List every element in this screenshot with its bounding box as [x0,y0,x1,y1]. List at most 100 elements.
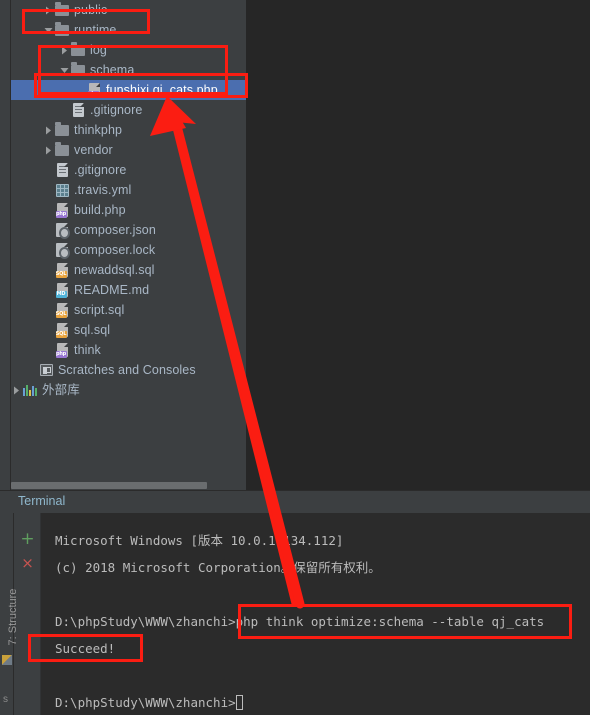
chevron-down-icon[interactable] [59,60,70,80]
tree-item-label: .travis.yml [74,183,132,197]
terminal-line-1: Microsoft Windows [版本 10.0.17134.112] [55,533,344,548]
tree-item-label: think [74,343,101,357]
tree-arrow-placeholder [59,100,70,120]
folder-icon [54,141,70,158]
tree-item-label: build.php [74,203,126,217]
tree-arrow-placeholder [43,200,54,220]
tree-arrow-placeholder [43,220,54,240]
terminal-caret [235,695,243,710]
tree-item[interactable]: SQL script.sql [11,300,246,320]
tree-item-label: .gitignore [90,103,143,117]
project-tree-horizontal-scrollbar[interactable] [11,481,246,490]
folder-icon [54,21,70,38]
tree-item-label: runtime [74,23,117,37]
tree-item[interactable]: MD README.md [11,280,246,300]
tree-item-label: newaddsql.sql [74,263,155,277]
tab-terminal[interactable]: Terminal [18,494,65,508]
markdown-file-icon: MD [54,282,70,298]
terminal-line-prompt: D:\phpStudy\WWW\zhanchi> [55,689,243,715]
tree-item[interactable]: SQL newaddsql.sql [11,260,246,280]
tree-item-label: log [90,43,107,57]
tree-arrow-placeholder [43,260,54,280]
library-bars-icon [22,382,38,398]
tree-item-label: thinkphp [74,123,123,137]
terminal-line-result: Succeed! [55,641,116,656]
chevron-right-icon[interactable] [11,380,22,400]
text-file-icon [70,102,86,118]
tree-arrow-placeholder [43,340,54,360]
php-file-icon: php [54,202,70,218]
folder-icon [54,1,70,18]
project-tree[interactable]: public runtime log schema php funshixi.qj_cat… [11,0,246,481]
yaml-file-icon [54,182,70,198]
tree-item-label: public [74,3,108,17]
tree-arrow-placeholder [43,280,54,300]
terminal-line-command: D:\phpStudy\WWW\zhanchi>php think optimi… [55,614,545,629]
tree-arrow-placeholder [75,80,86,100]
tree-item[interactable]: composer.json [11,220,246,240]
tree-item-label: README.md [74,283,150,297]
ide-window: public runtime log schema php funshixi.qj_cat… [0,0,590,715]
tree-arrow-placeholder [43,180,54,200]
tree-item-label: composer.json [74,223,156,237]
scratches-icon [38,362,54,378]
tree-item-label: vendor [74,143,113,157]
folder-icon [70,61,86,78]
tree-item[interactable]: thinkphp [11,120,246,140]
tree-item[interactable]: Scratches and Consoles [11,360,246,380]
chevron-right-icon[interactable] [59,40,70,60]
left-strip-bottom-label: s [3,694,8,705]
tree-item[interactable]: public [11,0,246,20]
folder-icon [54,121,70,138]
composer-icon [54,222,70,239]
sql-file-icon: SQL [54,262,70,278]
tree-item-label: .gitignore [74,163,127,177]
tree-item-label: 外部库 [42,383,80,397]
new-session-plus-icon[interactable]: + [19,531,36,548]
tree-item[interactable]: .travis.yml [11,180,246,200]
left-tool-gutter-top [0,0,11,490]
tree-item-label: funshixi.qj_cats.php [106,83,218,97]
prompt-path: D:\phpStudy\WWW\zhanchi> [55,695,236,710]
tree-item[interactable]: php think [11,340,246,360]
tree-item-label: script.sql [74,303,125,317]
tree-arrow-placeholder [43,300,54,320]
php-file-icon: php [86,82,102,98]
chevron-right-icon[interactable] [43,0,54,20]
terminal-line-2: (c) 2018 Microsoft Corporation。保留所有权利。 [55,560,381,575]
tree-arrow-placeholder [43,240,54,260]
chevron-down-icon[interactable] [43,20,54,40]
editor-area[interactable] [246,0,590,490]
tree-item-label: schema [90,63,135,77]
tree-arrow-placeholder [43,160,54,180]
folder-icon [70,41,86,58]
tree-item[interactable]: 外部库 [11,380,246,400]
tree-item[interactable]: SQL sql.sql [11,320,246,340]
sql-file-icon: SQL [54,302,70,318]
terminal-tab-bar[interactable] [0,490,590,513]
close-session-x-icon[interactable]: × [19,555,36,572]
tree-item[interactable]: vendor [11,140,246,160]
tree-item-label: Scratches and Consoles [58,363,196,377]
terminal-text[interactable]: Microsoft Windows [版本 10.0.17134.112] (c… [41,513,590,715]
chevron-right-icon[interactable] [43,140,54,160]
structure-tool-label[interactable]: 7: Structure [7,577,21,657]
tree-item[interactable]: .gitignore [11,100,246,120]
tree-item[interactable]: runtime [11,20,246,40]
tree-item[interactable]: php funshixi.qj_cats.php [11,80,246,100]
tree-item[interactable]: log [11,40,246,60]
sql-file-icon: SQL [54,322,70,338]
tree-item-label: composer.lock [74,243,156,257]
composer-icon [54,242,70,259]
chevron-right-icon[interactable] [43,120,54,140]
php-file-icon: php [54,342,70,358]
tree-item-label: sql.sql [74,323,111,337]
tree-arrow-placeholder [43,320,54,340]
tree-item[interactable]: php build.php [11,200,246,220]
text-file-icon [54,162,70,178]
scrollbar-thumb[interactable] [11,482,207,489]
tree-item[interactable]: composer.lock [11,240,246,260]
tree-item[interactable]: .gitignore [11,160,246,180]
tree-item[interactable]: schema [11,60,246,80]
structure-icon [2,655,12,665]
